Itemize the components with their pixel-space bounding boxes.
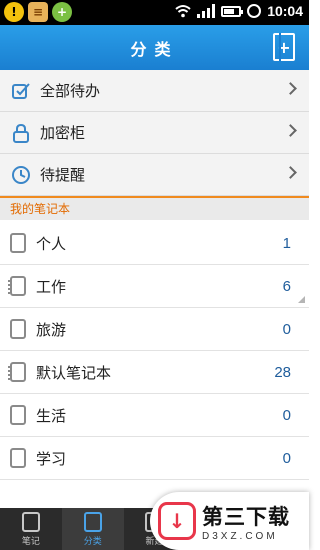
- page-title: 分类: [130, 39, 179, 59]
- notebook-stack-icon: [8, 276, 26, 296]
- download-logo-icon: ↓: [158, 502, 196, 540]
- food-app-icon: ≡: [28, 2, 48, 22]
- notebook-icon: [10, 233, 26, 253]
- clock-icon: [10, 164, 32, 186]
- notification-icons: ! ≡ +: [4, 2, 72, 22]
- todo-check-icon: [10, 80, 32, 102]
- battery-icon: [221, 5, 244, 17]
- notebook-count: 0: [282, 320, 291, 338]
- categories-icon: [83, 512, 102, 532]
- expand-corner-icon: [298, 296, 305, 303]
- notebook-label: 默认笔记本: [36, 363, 112, 382]
- notebook-icon: [10, 405, 26, 425]
- plus-app-icon: +: [52, 2, 72, 22]
- notebook-count: 28: [274, 363, 291, 381]
- signal-icon: [197, 4, 216, 18]
- notebook-item-work[interactable]: 工作 6: [0, 265, 309, 308]
- tab-categories[interactable]: 分类: [61, 508, 124, 550]
- lock-icon: [10, 122, 32, 144]
- notebook-item-travel[interactable]: 旅游 0: [0, 308, 309, 351]
- watermark-name: 第三下载: [202, 504, 290, 529]
- watermark: ↓ 第三下载 D3XZ.COM: [150, 492, 309, 550]
- watermark-text: 第三下载 D3XZ.COM: [202, 501, 290, 542]
- notebook-label: 旅游: [36, 320, 67, 339]
- status-bar: ! ≡ + 10:04: [0, 0, 309, 25]
- tab-notes[interactable]: 笔记: [0, 508, 62, 550]
- wifi-icon: [175, 5, 191, 18]
- notebook-label: 生活: [36, 406, 67, 425]
- notebook-count: 6: [282, 277, 291, 295]
- notebook-item-default[interactable]: 默认笔记本 28: [0, 351, 309, 394]
- notebook-stack-icon: [8, 362, 26, 382]
- chevron-right-icon: [284, 124, 297, 137]
- notebook-item-study[interactable]: 学习 0: [0, 437, 309, 480]
- system-icons: 10:04: [175, 3, 303, 19]
- tab-label: 分类: [83, 537, 102, 547]
- notebook-icon: [10, 448, 26, 468]
- notebook-item-life[interactable]: 生活 0: [0, 394, 309, 437]
- category-menu: 全部待办 加密柜 待提醒: [0, 70, 309, 196]
- alarm-icon: [247, 4, 262, 18]
- menu-item-label: 加密柜: [40, 124, 86, 142]
- status-time: 10:04: [267, 3, 303, 19]
- chevron-right-icon: [284, 82, 297, 95]
- app-header: 分类 +: [0, 25, 309, 70]
- notebook-count: 0: [282, 406, 291, 424]
- notes-icon: [21, 512, 40, 532]
- notebook-count: 0: [282, 449, 291, 467]
- chevron-right-icon: [284, 166, 297, 179]
- tab-label: 笔记: [21, 537, 40, 547]
- menu-item-all-todos[interactable]: 全部待办: [0, 70, 309, 112]
- notebook-label: 学习: [36, 449, 67, 468]
- new-note-icon: +: [277, 37, 291, 57]
- notebook-item-personal[interactable]: 个人 1: [0, 222, 309, 265]
- warning-icon: !: [4, 2, 24, 22]
- notebook-list: 个人 1 工作 6 旅游 0 默认笔记本 28 生活 0 学习 0: [0, 222, 309, 480]
- notebook-label: 个人: [36, 234, 67, 253]
- menu-item-locker[interactable]: 加密柜: [0, 112, 309, 154]
- menu-item-reminders[interactable]: 待提醒: [0, 154, 309, 196]
- notebook-label: 工作: [36, 277, 67, 296]
- menu-item-label: 全部待办: [40, 82, 101, 100]
- notebook-icon: [10, 319, 26, 339]
- new-note-button[interactable]: +: [273, 33, 295, 61]
- menu-item-label: 待提醒: [40, 166, 86, 184]
- section-title: 我的笔记本: [0, 196, 309, 220]
- watermark-url: D3XZ.COM: [202, 530, 278, 542]
- notebook-count: 1: [282, 234, 291, 252]
